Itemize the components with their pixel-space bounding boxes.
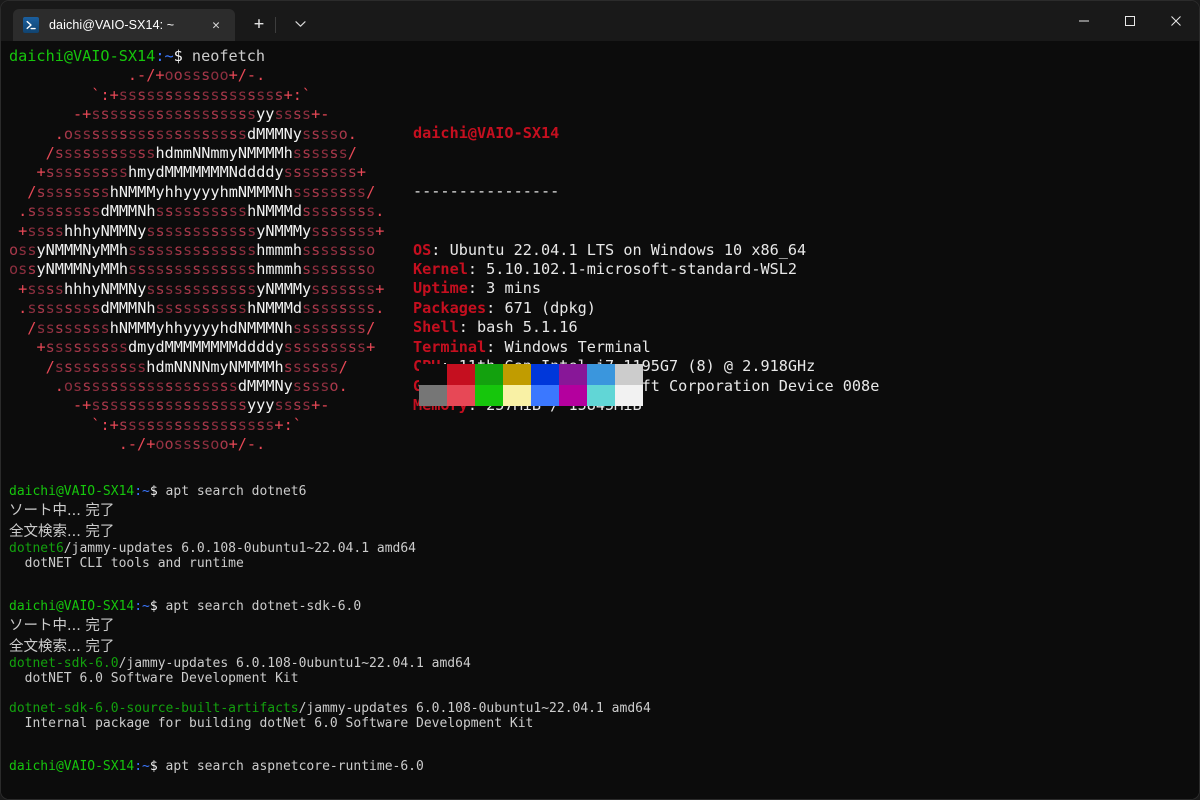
palette-row-bright [419,385,643,407]
tab-title: daichi@VAIO-SX14: ~ [49,18,175,32]
package-version: /jammy-updates 6.0.108-0ubuntu1~22.04.1 … [118,656,471,672]
neofetch-field-value: : Ubuntu 22.04.1 LTS on Windows 10 x86_6… [431,240,807,259]
package-name: dotnet-sdk-6.0 [9,656,119,672]
chevron-down-icon[interactable] [286,9,314,39]
terminal-window: daichi@VAIO-SX14: ~ ✕ + daichi@VAIO-SX14… [0,0,1200,800]
palette-swatch-bright [419,385,447,407]
palette-swatch-normal [503,364,531,386]
neofetch-field-label: OS [413,240,432,259]
tab-daichi-vaio[interactable]: daichi@VAIO-SX14: ~ ✕ [13,9,235,41]
neofetch-field: Packages: 671 (dpkg) [413,299,879,318]
package-version: /jammy-updates 6.0.108-0ubuntu1~22.04.1 … [298,701,651,717]
apt-search-aspnetcore-prompt: daichi@VAIO-SX14:~$ apt search aspnetcor… [9,744,1199,774]
close-button[interactable] [1153,1,1199,41]
palette-swatch-normal [615,364,643,386]
palette-swatch-normal [419,364,447,386]
palette-swatch-bright [615,385,643,407]
neofetch-field: Shell: bash 5.1.16 [413,318,879,337]
package-description: dotNET 6.0 Software Development Kit [9,671,299,687]
palette-swatch-normal [559,364,587,386]
package-description: dotNET CLI tools and runtime [9,556,244,572]
window-controls [1061,1,1199,41]
palette-swatch-bright [503,385,531,407]
palette-row-normal [419,364,643,386]
palette-swatch-normal [587,364,615,386]
neofetch-field: Terminal: Windows Terminal [413,338,879,357]
neofetch-field-value: : 5.10.102.1-microsoft-standard-WSL2 [467,260,798,279]
prompt-userhost: daichi@VAIO-SX14 [9,599,135,615]
palette-swatch-bright [475,385,503,407]
apt-search-dotnet-sdk-block: daichi@VAIO-SX14:~$ apt search dotnet-sd… [9,584,1199,731]
palette-swatch-normal [447,364,475,386]
apt-search-dotnet6-block: daichi@VAIO-SX14:~$ apt search dotnet6 ソ… [9,484,1199,571]
package-name: dotnet-sdk-6.0-source-built-artifacts [9,701,299,717]
neofetch-field-value: : Windows Terminal [486,337,651,356]
prompt-userhost: daichi@VAIO-SX14 [9,47,156,65]
neofetch-field-label: Uptime [413,279,468,298]
package-description: Internal package for building dotNet 6.0… [9,716,534,732]
prompt-path: :~ [134,484,150,500]
palette-swatch-bright [531,385,559,407]
minimize-button[interactable] [1061,1,1107,41]
prompt-path: :~ [155,47,174,65]
prompt-path: :~ [134,599,150,615]
apt-fulltext-message: 全文検索... 完了 [9,524,115,541]
command-apt-search-dotnet-sdk: apt search dotnet-sdk-6.0 [165,599,362,615]
neofetch-color-palette [419,364,643,407]
neofetch-field-value: : 671 (dpkg) [486,298,596,317]
toolbar-divider [275,17,276,33]
command-apt-search-dotnet6: apt search dotnet6 [165,484,307,500]
prompt-userhost: daichi@VAIO-SX14 [9,484,135,500]
neofetch-field-label: Shell [413,318,459,337]
neofetch-field-value: : bash 5.1.16 [458,318,578,337]
package-name: dotnet6 [9,541,64,557]
prompt-path: :~ [134,759,150,775]
neofetch-field-label: Kernel [413,260,468,279]
neofetch-field: Kernel: 5.10.102.1-microsoft-standard-WS… [413,260,879,279]
terminal-line-neofetch-prompt: daichi@VAIO-SX14:~$ neofetch [9,47,1199,66]
neofetch-field-label: Terminal [413,337,487,356]
prompt-userhost: daichi@VAIO-SX14 [9,759,135,775]
tab-strip: daichi@VAIO-SX14: ~ ✕ + [1,1,314,41]
neofetch-field-value: : 3 mins [467,279,542,298]
powershell-prompt-icon [23,17,39,33]
neofetch-field: OS: Ubuntu 22.04.1 LTS on Windows 10 x86… [413,241,879,260]
neofetch-rule: ---------------- [413,182,560,201]
palette-swatch-normal [531,364,559,386]
package-version: /jammy-updates 6.0.108-0ubuntu1~22.04.1 … [63,541,416,557]
prompt-sigil: $ [173,47,183,65]
close-tab-icon[interactable]: ✕ [205,14,227,36]
command-neofetch: neofetch [191,47,266,65]
prompt-sigil: $ [149,484,158,500]
maximize-button[interactable] [1107,1,1153,41]
neofetch-output: .-/+oosssoo+/-. `:+ssssssssssssssssss+:`… [9,66,1199,471]
palette-swatch-bright [559,385,587,407]
apt-sorting-message: ソート中... 完了 [9,618,115,635]
palette-swatch-bright [447,385,475,407]
command-apt-search-aspnetcore: apt search aspnetcore-runtime-6.0 [165,759,424,775]
palette-swatch-bright [587,385,615,407]
ubuntu-ascii-art-icon: .-/+oosssoo+/-. `:+ssssssssssssssssss+:`… [9,66,385,454]
palette-swatch-normal [475,364,503,386]
neofetch-field: Uptime: 3 mins [413,279,879,298]
apt-fulltext-message: 全文検索... 完了 [9,639,115,656]
neofetch-header: daichi@VAIO-SX14 [413,124,560,143]
neofetch-field-label: Packages [413,298,487,317]
prompt-sigil: $ [149,599,158,615]
new-tab-button[interactable]: + [245,9,273,39]
prompt-sigil: $ [149,759,158,775]
apt-sorting-message: ソート中... 完了 [9,503,115,520]
terminal-content[interactable]: daichi@VAIO-SX14:~$ neofetch .-/+oosssoo… [1,41,1199,799]
title-bar: daichi@VAIO-SX14: ~ ✕ + [1,1,1199,41]
